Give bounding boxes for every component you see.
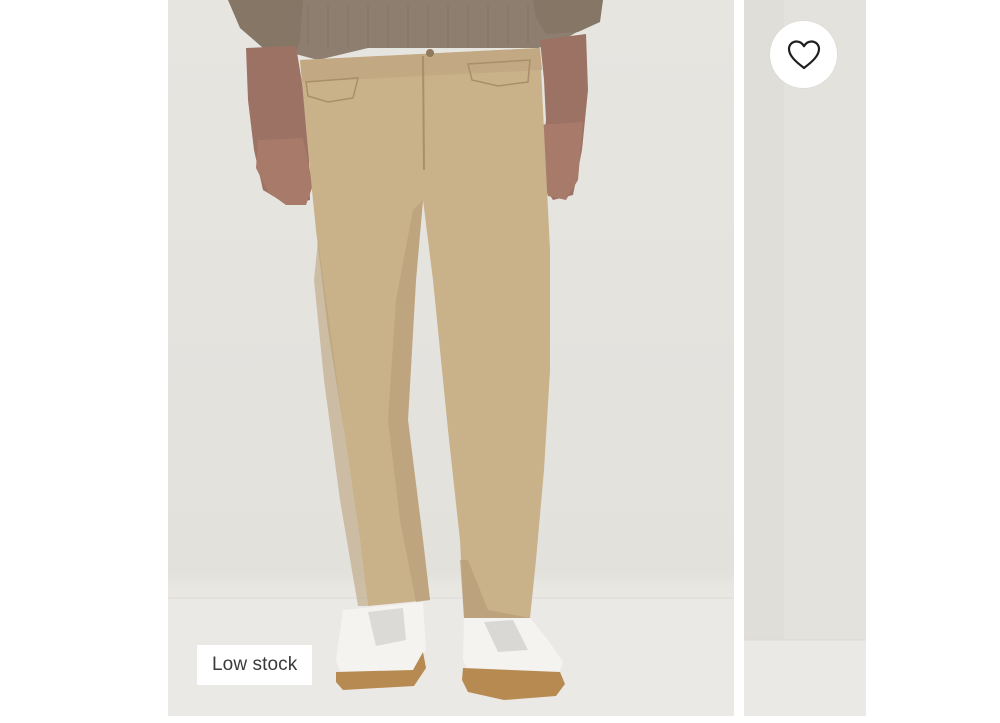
- wishlist-button[interactable]: [770, 21, 837, 88]
- product-photo-partial: [744, 0, 866, 716]
- product-image[interactable]: [168, 0, 734, 716]
- heart-icon: [787, 39, 820, 69]
- khaki-pants-photo: [168, 0, 734, 716]
- low-stock-badge: Low stock: [197, 645, 313, 685]
- product-image-next[interactable]: [744, 0, 866, 716]
- product-carousel: Low stock: [0, 0, 1000, 723]
